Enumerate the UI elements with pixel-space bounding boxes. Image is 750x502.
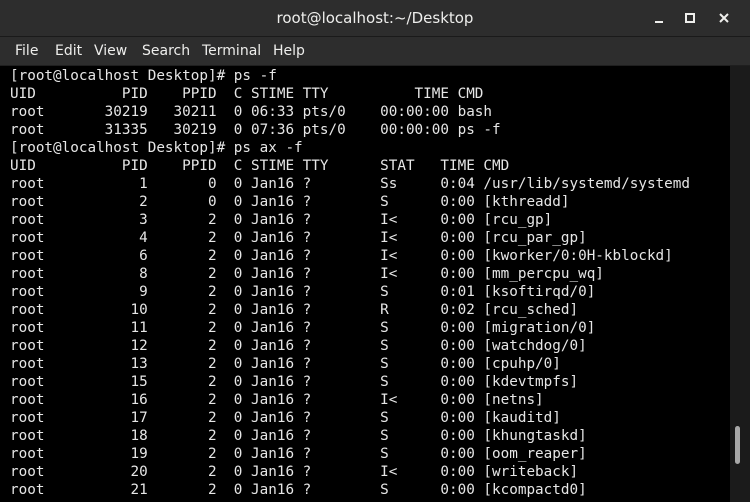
menu-bar: File Edit View Search Terminal Help <box>0 37 750 66</box>
scrollbar[interactable] <box>730 66 750 502</box>
menu-search[interactable]: Search <box>142 37 190 65</box>
terminal-line: root 6 2 0 Jan16 ? I< 0:00 [kworker/0:0H… <box>10 248 673 264</box>
terminal-line: root 31335 30219 0 07:36 pts/0 00:00:00 … <box>10 122 501 138</box>
title-bar[interactable]: root@localhost:~/Desktop <box>0 0 750 37</box>
menu-help[interactable]: Help <box>273 37 305 65</box>
terminal-line: root 15 2 0 Jan16 ? S 0:00 [kdevtmpfs] <box>10 374 579 390</box>
terminal-line: UID PID PPID C STIME TTY STAT TIME CMD <box>10 158 510 174</box>
terminal-line: root 30219 30211 0 06:33 pts/0 00:00:00 … <box>10 104 493 120</box>
menu-edit[interactable]: Edit <box>55 37 82 65</box>
maximize-button[interactable] <box>679 7 701 29</box>
terminal-line: root 21 2 0 Jan16 ? S 0:00 [kcompactd0] <box>10 482 587 498</box>
terminal-line: UID PID PPID C STIME TTY TIME CMD <box>10 86 484 102</box>
terminal-line: root 16 2 0 Jan16 ? I< 0:00 [netns] <box>10 392 544 408</box>
terminal-line: root 13 2 0 Jan16 ? S 0:00 [cpuhp/0] <box>10 356 561 372</box>
minimize-button[interactable] <box>648 7 670 29</box>
terminal-line: root 18 2 0 Jan16 ? S 0:00 [khungtaskd] <box>10 428 587 444</box>
terminal-line: root 4 2 0 Jan16 ? I< 0:00 [rcu_par_gp] <box>10 230 587 246</box>
terminal-line: root 9 2 0 Jan16 ? S 0:01 [ksoftirqd/0] <box>10 284 596 300</box>
terminal-line: root 3 2 0 Jan16 ? I< 0:00 [rcu_gp] <box>10 212 553 228</box>
terminal-line: root 2 0 0 Jan16 ? S 0:00 [kthreadd] <box>10 194 570 210</box>
window-title: root@localhost:~/Desktop <box>276 9 474 27</box>
terminal-line: root 17 2 0 Jan16 ? S 0:00 [kauditd] <box>10 410 561 426</box>
terminal-line: root 10 2 0 Jan16 ? R 0:02 [rcu_sched] <box>10 302 579 318</box>
terminal-line: [root@localhost Desktop]# ps ax -f <box>10 140 303 156</box>
terminal-output[interactable]: [root@localhost Desktop]# ps -f UID PID P… <box>0 66 730 502</box>
menu-view[interactable]: View <box>94 37 127 65</box>
menu-file[interactable]: File <box>15 37 38 65</box>
terminal-window: root@localhost:~/Desktop File Edit View … <box>0 0 750 502</box>
terminal-line: root 19 2 0 Jan16 ? S 0:00 [oom_reaper] <box>10 446 587 462</box>
close-button[interactable] <box>713 7 735 29</box>
terminal-line: root 8 2 0 Jan16 ? I< 0:00 [mm_percpu_wq… <box>10 266 604 282</box>
terminal-line: root 11 2 0 Jan16 ? S 0:00 [migration/0] <box>10 320 596 336</box>
maximize-icon <box>685 13 695 23</box>
terminal-line: [root@localhost Desktop]# ps -f <box>10 68 277 84</box>
close-icon <box>719 13 729 23</box>
minimize-icon <box>655 21 663 23</box>
terminal-line: root 1 0 0 Jan16 ? Ss 0:04 /usr/lib/syst… <box>10 176 690 192</box>
terminal-line: root 20 2 0 Jan16 ? I< 0:00 [writeback] <box>10 464 579 480</box>
terminal-line: root 12 2 0 Jan16 ? S 0:00 [watchdog/0] <box>10 338 587 354</box>
scrollbar-thumb[interactable] <box>735 426 740 464</box>
menu-terminal[interactable]: Terminal <box>202 37 261 65</box>
